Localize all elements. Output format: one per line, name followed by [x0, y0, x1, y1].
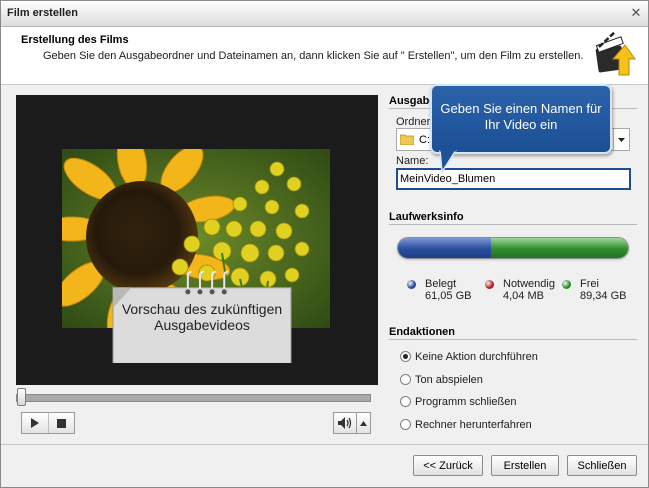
close-button[interactable]: Schließen: [567, 455, 637, 476]
create-button[interactable]: Erstellen: [491, 455, 559, 476]
free-legend-dot: [562, 280, 571, 289]
volume-button[interactable]: [333, 412, 357, 434]
folder-label: Ordner:: [396, 116, 434, 128]
playback-controls: [21, 412, 75, 434]
header-description: Geben Sie den Ausgabeordner und Dateinam…: [43, 50, 584, 62]
drive-free-segment: [491, 238, 628, 258]
seek-thumb[interactable]: [17, 388, 26, 406]
used-value: 61,05 GB: [425, 290, 472, 302]
folder-dropdown-button[interactable]: [613, 129, 629, 150]
seek-bar[interactable]: [16, 394, 371, 402]
header-title: Erstellung des Films: [21, 34, 129, 46]
footer-divider: [1, 444, 648, 445]
used-legend: Belegt 61,05 GB: [425, 278, 471, 302]
used-legend-dot: [407, 280, 416, 289]
radio-play-sound[interactable]: [400, 374, 411, 385]
play-button[interactable]: [22, 413, 48, 433]
radio-shutdown[interactable]: [400, 419, 411, 430]
radio-no-action-label[interactable]: Keine Aktion durchführen: [415, 351, 538, 363]
end-actions-section-rule: [389, 339, 637, 340]
volume-menu-button[interactable]: [357, 412, 371, 434]
film-clapper-icon: [595, 31, 636, 76]
required-value: 4,04 MB: [503, 290, 544, 302]
tooltip-tail: [439, 150, 457, 174]
free-value: 89,34 GB: [580, 290, 627, 302]
back-button[interactable]: << Zurück: [413, 455, 483, 476]
name-label: Name:: [396, 155, 429, 167]
output-section-title: Ausgabe: [389, 95, 436, 107]
title-bar: Film erstellen ✕: [1, 1, 648, 27]
name-tooltip: Geben Sie einen Namen für Ihr Video ein: [430, 84, 612, 154]
required-legend-dot: [485, 280, 494, 289]
free-label: Frei: [580, 278, 599, 290]
file-name-input[interactable]: [396, 168, 631, 190]
end-actions-section-title: Endaktionen: [389, 326, 456, 338]
tooltip-text: Geben Sie einen Namen für Ihr Video ein: [440, 101, 602, 132]
caret-up-icon: [360, 420, 367, 426]
drive-section-rule: [389, 224, 637, 225]
preview-note-text: Vorschau des zukünftigen Ausgabevideos: [121, 301, 283, 333]
drive-used-segment: [398, 238, 492, 258]
chevron-down-icon: [618, 137, 625, 142]
speaker-icon: [338, 417, 352, 429]
folder-icon: [400, 134, 414, 145]
required-legend: Notwendig 4,04 MB: [503, 278, 555, 302]
stop-icon: [56, 418, 66, 428]
radio-no-action[interactable]: [400, 351, 411, 362]
play-icon: [30, 418, 39, 428]
radio-close-program[interactable]: [400, 396, 411, 407]
radio-play-sound-label[interactable]: Ton abspielen: [415, 374, 483, 386]
film-erstellen-dialog: Film erstellen ✕ Erstellung des Films Ge…: [0, 0, 649, 488]
drive-section-title: Laufwerksinfo: [389, 211, 464, 223]
used-label: Belegt: [425, 278, 457, 290]
stop-button[interactable]: [47, 413, 75, 433]
free-legend: Frei 89,34 GB: [580, 278, 626, 302]
window-title: Film erstellen: [7, 7, 78, 19]
dialog-header: Erstellung des Films Geben Sie den Ausga…: [1, 27, 648, 85]
required-label: Notwendig: [503, 278, 555, 290]
radio-close-program-label[interactable]: Programm schließen: [415, 396, 516, 408]
radio-shutdown-label[interactable]: Rechner herunterfahren: [415, 419, 532, 431]
close-icon[interactable]: ✕: [629, 6, 643, 20]
drive-usage-bar: [397, 237, 629, 259]
